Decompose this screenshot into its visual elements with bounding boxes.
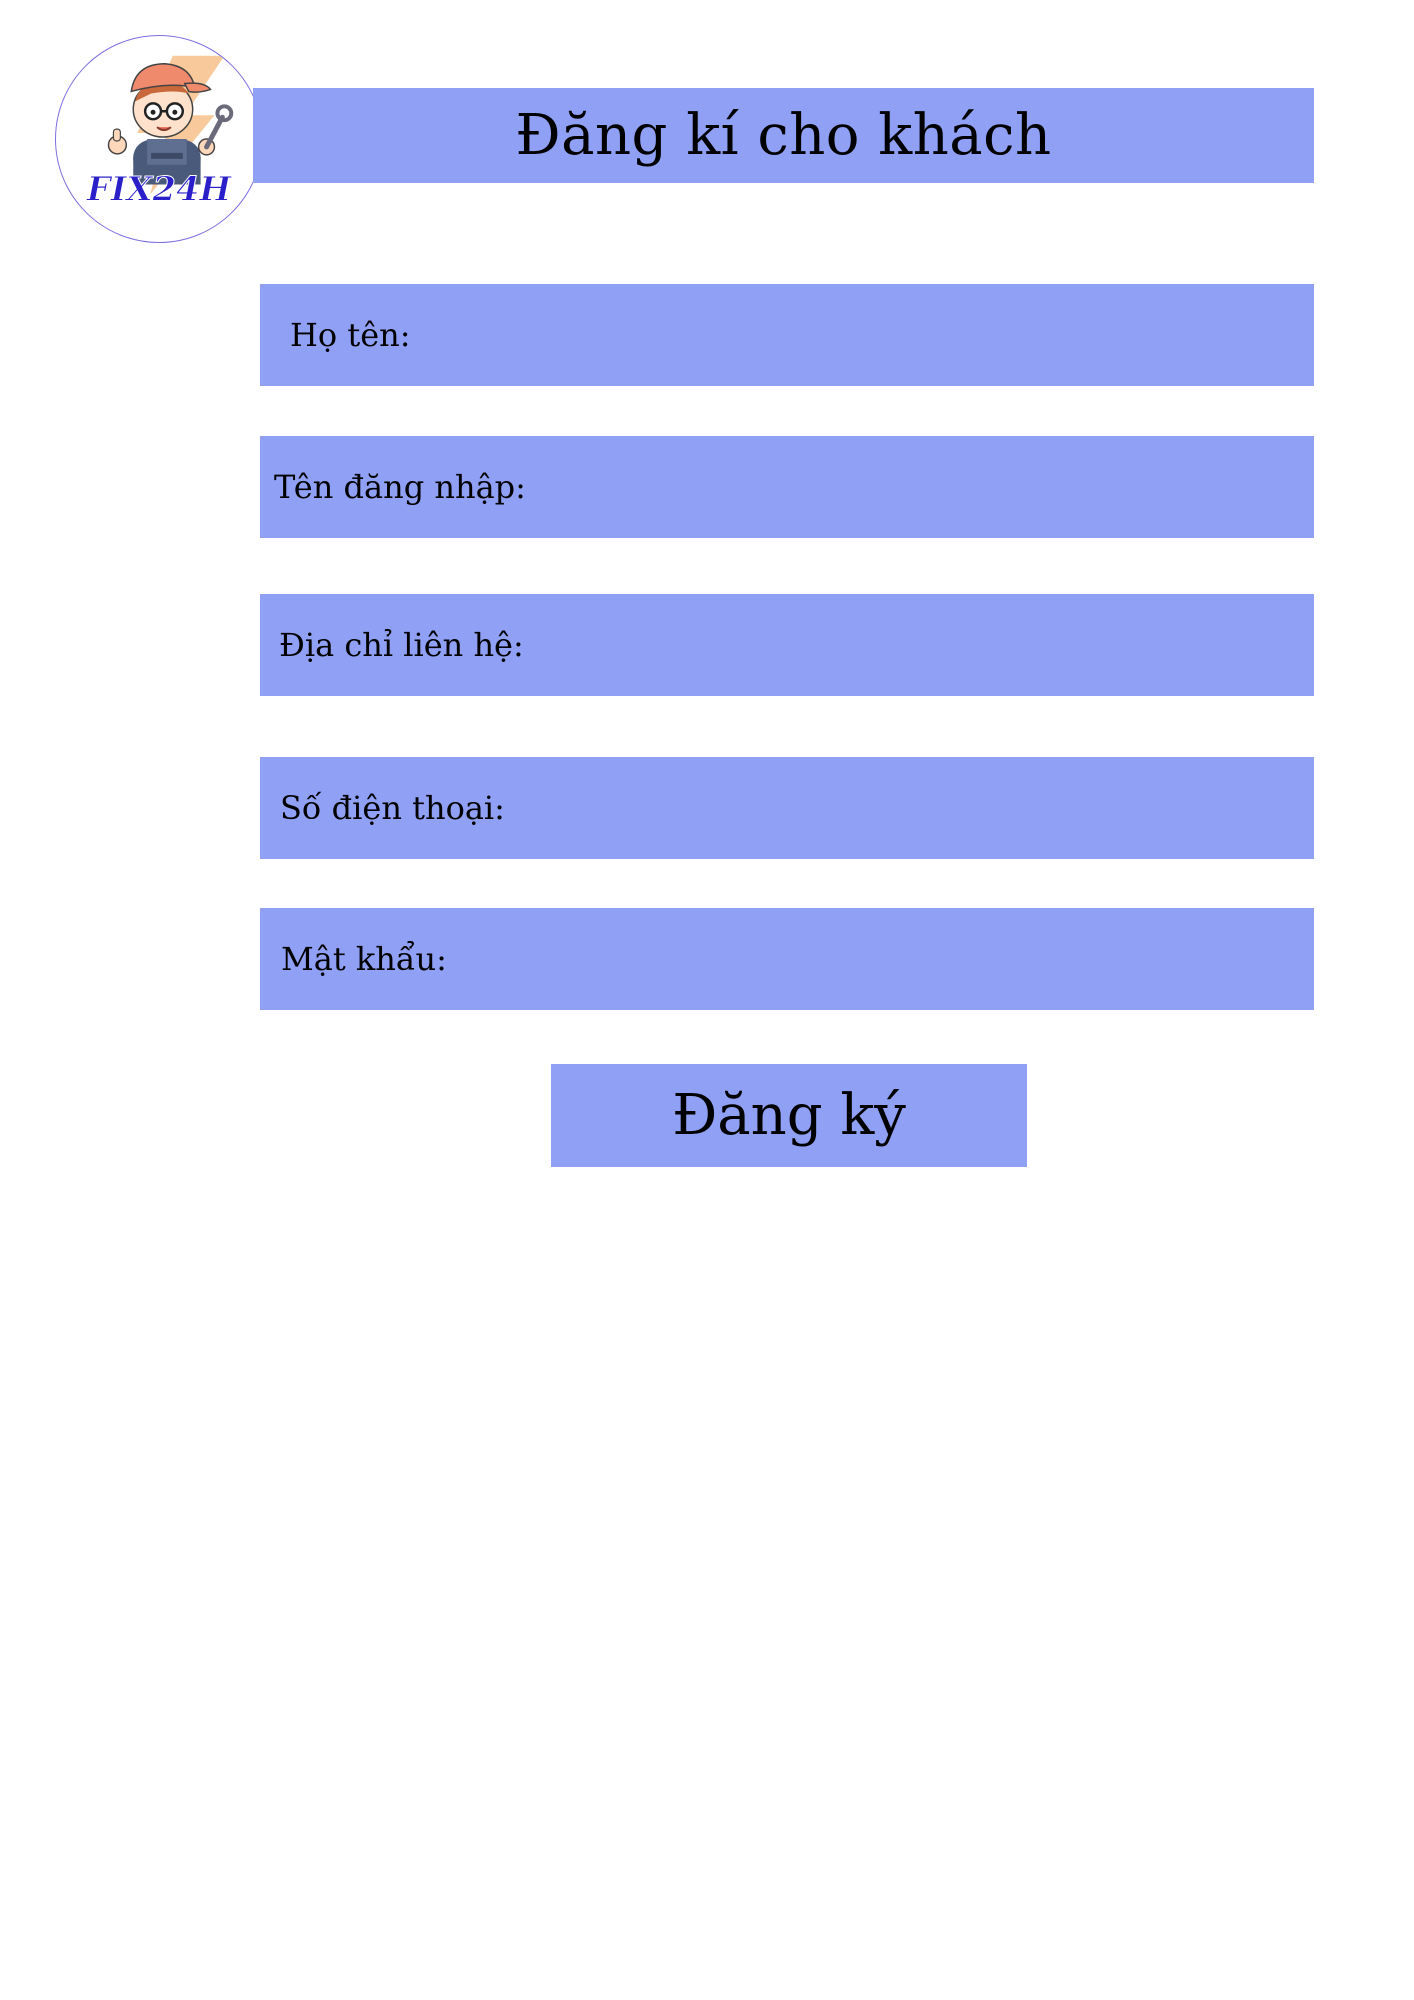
password-label: Mật khẩu: [281, 940, 447, 978]
page-title: Đăng kí cho khách [515, 103, 1052, 168]
username-input[interactable] [525, 436, 1314, 538]
full-name-label: Họ tên: [290, 316, 411, 354]
register-button[interactable]: Đăng ký [551, 1064, 1027, 1167]
password-input[interactable] [446, 908, 1314, 1010]
address-label: Địa chỉ liên hệ: [279, 626, 524, 664]
address-field[interactable]: Địa chỉ liên hệ: [260, 594, 1314, 696]
username-field[interactable]: Tên đăng nhập: [260, 436, 1314, 538]
phone-input[interactable] [504, 757, 1314, 859]
fix24h-logo: FIX24H [55, 35, 263, 243]
address-input[interactable] [523, 594, 1314, 696]
page-header: Đăng kí cho khách [253, 88, 1314, 183]
phone-field[interactable]: Số điện thoại: [260, 757, 1314, 859]
full-name-input[interactable] [410, 284, 1314, 386]
logo-text: FIX24H [86, 168, 233, 208]
mechanic-mascot-icon: FIX24H [85, 55, 234, 209]
full-name-field[interactable]: Họ tên: [260, 284, 1314, 386]
password-field[interactable]: Mật khẩu: [260, 908, 1314, 1010]
username-label: Tên đăng nhập: [274, 468, 526, 506]
phone-label: Số điện thoại: [280, 789, 505, 827]
